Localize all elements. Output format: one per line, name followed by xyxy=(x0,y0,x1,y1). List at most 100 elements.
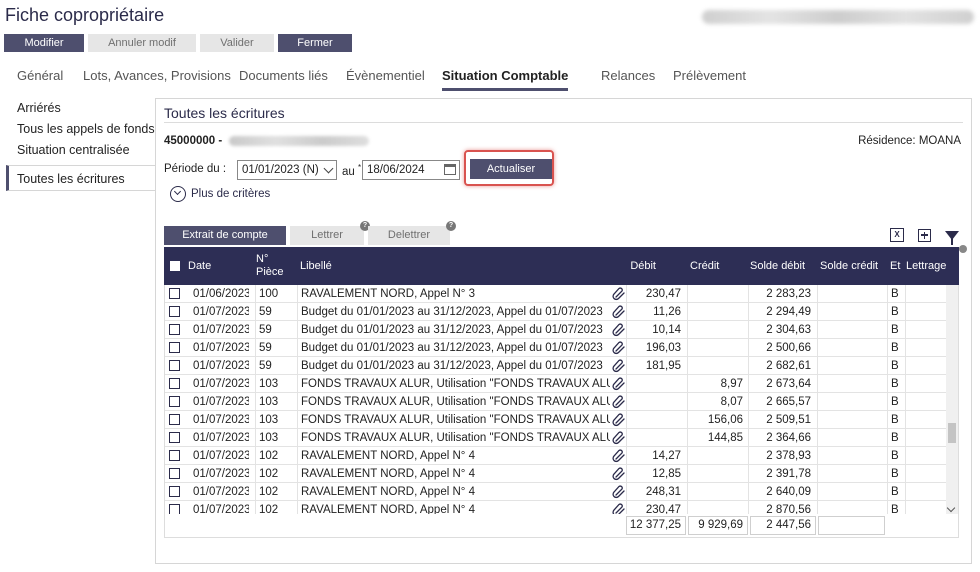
row-checkbox[interactable] xyxy=(169,378,180,389)
tab-situation-comptable[interactable]: Situation Comptable xyxy=(442,68,569,91)
table-row[interactable]: 01/07/2023 102 RAVALEMENT NORD, Appel N° 4… xyxy=(165,501,948,514)
row-checkbox[interactable] xyxy=(169,288,180,299)
help-icon[interactable]: ? xyxy=(446,221,456,231)
attachment-icon[interactable] xyxy=(612,305,626,319)
delettrer-label: Delettrer xyxy=(387,229,431,241)
add-icon[interactable] xyxy=(918,228,931,242)
sidebar-item-situation-centralisee[interactable]: Situation centralisée xyxy=(6,140,156,161)
calendar-icon[interactable] xyxy=(444,164,456,175)
col-piece[interactable]: N° Pièce xyxy=(256,247,284,285)
sidebar-item-arrieres[interactable]: Arriérés xyxy=(6,98,156,119)
cell-solde-debit: 2 364,66 xyxy=(766,432,811,444)
column-separator xyxy=(255,375,256,392)
date-from-select[interactable]: 01/01/2023 (N) xyxy=(237,160,337,180)
col-date[interactable]: Date xyxy=(188,247,211,285)
attachment-icon[interactable] xyxy=(612,395,626,409)
attachment-icon[interactable] xyxy=(612,377,626,391)
attachment-icon[interactable] xyxy=(612,467,626,481)
info-icon[interactable] xyxy=(959,245,967,253)
row-checkbox[interactable] xyxy=(169,324,180,335)
scroll-down-icon[interactable] xyxy=(946,503,956,513)
table-row[interactable]: 01/07/2023 59 Budget du 01/01/2023 au 31/1… xyxy=(165,321,948,339)
delettrer-button[interactable]: Delettrer ? xyxy=(368,221,456,245)
cell-libelle: Budget du 01/01/2023 au 31/12/2023, Appe… xyxy=(301,360,603,372)
column-separator xyxy=(255,303,256,320)
vertical-scrollbar[interactable] xyxy=(946,285,958,514)
plus-criteres-toggle[interactable]: Plus de critères xyxy=(170,186,270,202)
attachment-icon[interactable] xyxy=(612,323,626,337)
row-checkbox[interactable] xyxy=(169,432,180,443)
col-debit[interactable]: Débit xyxy=(624,247,656,285)
tab-documents[interactable]: Documents liés xyxy=(239,68,328,83)
cell-debit: 248,31 xyxy=(645,486,681,498)
cell-debit xyxy=(625,429,681,447)
tab-prelevement[interactable]: Prélèvement xyxy=(673,68,746,83)
row-checkbox[interactable] xyxy=(169,450,180,461)
attachment-icon[interactable] xyxy=(612,485,626,499)
cell-debit: 14,27 xyxy=(652,450,681,462)
column-separator xyxy=(887,501,888,514)
col-lettrage[interactable]: Lettrage xyxy=(906,247,946,285)
col-solde-debit[interactable]: Solde débit xyxy=(750,247,805,285)
row-checkbox[interactable] xyxy=(169,306,180,317)
attachment-icon[interactable] xyxy=(612,287,626,301)
excel-export-icon[interactable]: X xyxy=(890,228,904,242)
attachment-icon[interactable] xyxy=(612,341,626,355)
attachment-icon[interactable] xyxy=(612,413,626,427)
table-row[interactable]: 01/06/2023 100 RAVALEMENT NORD, Appel N° 3… xyxy=(165,285,948,303)
cell-credit xyxy=(687,501,743,514)
table-row[interactable]: 01/07/2023 103 FONDS TRAVAUX ALUR, Utilisa… xyxy=(165,375,948,393)
row-checkbox[interactable] xyxy=(169,486,180,497)
tab-bar: Général Lots, Avances, Provisions Docume… xyxy=(0,62,980,91)
row-checkbox[interactable] xyxy=(169,342,180,353)
sidebar-item-appels-de-fonds[interactable]: Tous les appels de fonds xyxy=(6,119,156,140)
column-separator xyxy=(887,375,888,392)
fermer-button[interactable]: Fermer xyxy=(278,34,352,52)
table-row[interactable]: 01/07/2023 103 FONDS TRAVAUX ALUR, Utilisa… xyxy=(165,429,948,447)
row-checkbox[interactable] xyxy=(169,414,180,425)
modifier-button[interactable]: Modifier xyxy=(4,34,84,52)
tab-evenementiel[interactable]: Évènementiel xyxy=(346,68,425,83)
scroll-thumb[interactable] xyxy=(948,423,956,443)
row-checkbox[interactable] xyxy=(169,468,180,479)
table-row[interactable]: 01/07/2023 102 RAVALEMENT NORD, Appel N° 4… xyxy=(165,447,948,465)
col-libelle[interactable]: Libellé xyxy=(300,247,332,285)
table-row[interactable]: 01/07/2023 102 RAVALEMENT NORD, Appel N° 4… xyxy=(165,465,948,483)
lettrer-button[interactable]: Lettrer ? xyxy=(290,221,370,245)
cell-etat: B xyxy=(891,378,899,390)
tab-relances[interactable]: Relances xyxy=(601,68,655,83)
col-etat[interactable]: Et xyxy=(890,247,900,285)
table-row[interactable]: 01/07/2023 103 FONDS TRAVAUX ALUR, Utilisa… xyxy=(165,393,948,411)
total-solde-debit: 2 447,56 xyxy=(750,516,816,535)
col-solde-credit[interactable]: Solde crédit xyxy=(820,247,878,285)
annuler-modif-button[interactable]: Annuler modif xyxy=(88,34,196,52)
attachment-icon[interactable] xyxy=(612,359,626,373)
tab-general[interactable]: Général xyxy=(17,68,63,83)
col-credit[interactable]: Crédit xyxy=(690,247,719,285)
cell-etat: B xyxy=(891,306,899,318)
extrait-de-compte-button[interactable]: Extrait de compte xyxy=(164,226,286,245)
valider-button[interactable]: Valider xyxy=(200,34,274,52)
column-separator xyxy=(887,285,888,302)
sidebar-item-toutes-ecritures[interactable]: Toutes les écritures xyxy=(6,165,156,191)
actualiser-button[interactable]: Actualiser xyxy=(470,159,552,179)
row-checkbox[interactable] xyxy=(169,360,180,371)
date-to-input[interactable]: 18/06/2024 xyxy=(362,160,460,180)
row-checkbox[interactable] xyxy=(169,396,180,407)
cell-piece: 103 xyxy=(259,414,279,426)
attachment-icon[interactable] xyxy=(612,431,626,445)
table-row[interactable]: 01/07/2023 59 Budget du 01/01/2023 au 31/1… xyxy=(165,357,948,375)
tab-lots[interactable]: Lots, Avances, Provisions xyxy=(83,68,231,83)
table-row[interactable]: 01/07/2023 59 Budget du 01/01/2023 au 31/1… xyxy=(165,339,948,357)
table-row[interactable]: 01/07/2023 102 RAVALEMENT NORD, Appel N° 4… xyxy=(165,483,948,501)
table-row[interactable]: 01/07/2023 103 FONDS TRAVAUX ALUR, Utilisa… xyxy=(165,411,948,429)
attachment-icon[interactable] xyxy=(612,449,626,463)
table-row[interactable]: 01/07/2023 59 Budget du 01/01/2023 au 31/1… xyxy=(165,303,948,321)
attachment-icon[interactable] xyxy=(612,503,626,514)
cell-credit: 8,07 xyxy=(720,396,743,408)
cell-date: 01/07/2023 xyxy=(193,450,249,462)
filter-icon[interactable] xyxy=(945,230,959,245)
select-all-checkbox[interactable] xyxy=(170,261,180,271)
row-checkbox[interactable] xyxy=(169,504,180,514)
cell-solde-debit: 2 509,51 xyxy=(766,414,811,426)
